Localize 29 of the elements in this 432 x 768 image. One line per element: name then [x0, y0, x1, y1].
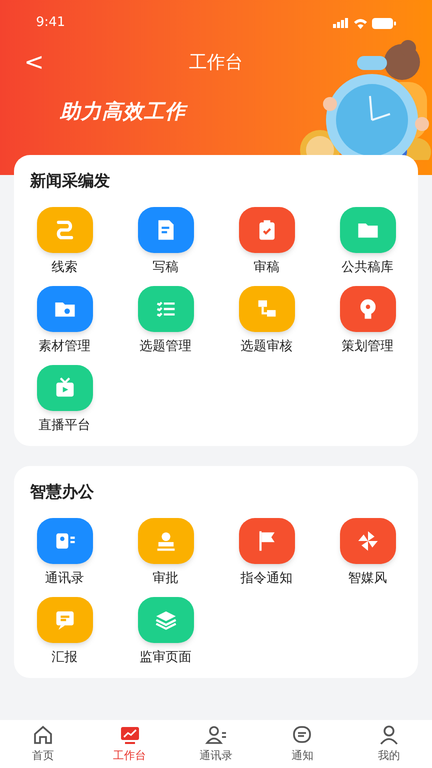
back-button[interactable]: <: [20, 50, 48, 74]
app-shortcut[interactable]: 汇报: [36, 597, 92, 664]
app-shortcut[interactable]: 公共稿库: [340, 207, 396, 274]
app-shortcut[interactable]: 通讯录: [36, 518, 92, 585]
tab[interactable]: 我的: [346, 720, 432, 768]
slogan: 助力高效工作: [60, 98, 186, 125]
page-title: 工作台: [189, 50, 243, 74]
app-shortcut[interactable]: 素材管理: [36, 286, 92, 353]
tab[interactable]: 工作台: [86, 720, 173, 768]
app-shortcut[interactable]: 审批: [138, 518, 194, 585]
app-shortcut[interactable]: 智媒风: [340, 518, 396, 585]
battery-icon: [372, 18, 396, 28]
app-shortcut[interactable]: 审稿: [238, 207, 294, 274]
wifi-icon: [353, 18, 368, 28]
status-time: 9:41: [36, 14, 66, 32]
app-shortcut[interactable]: 指令通知: [238, 518, 294, 585]
section-title: 新闻采编发: [30, 170, 110, 192]
section-title: 智慧办公: [30, 481, 94, 503]
signal-icon: [333, 18, 349, 28]
app-shortcut[interactable]: 策划管理: [340, 286, 396, 353]
tab[interactable]: 首页: [0, 720, 86, 768]
app-shortcut[interactable]: 选题审核: [238, 286, 294, 353]
app-shortcut[interactable]: 写稿: [138, 207, 194, 274]
tab[interactable]: 通知: [259, 720, 346, 768]
app-shortcut[interactable]: 线索: [36, 207, 92, 274]
app-shortcut[interactable]: 监审页面: [138, 597, 194, 664]
app-shortcut[interactable]: 选题管理: [138, 286, 194, 353]
app-shortcut[interactable]: 直播平台: [36, 365, 92, 432]
tab[interactable]: 通讯录: [172, 720, 260, 768]
